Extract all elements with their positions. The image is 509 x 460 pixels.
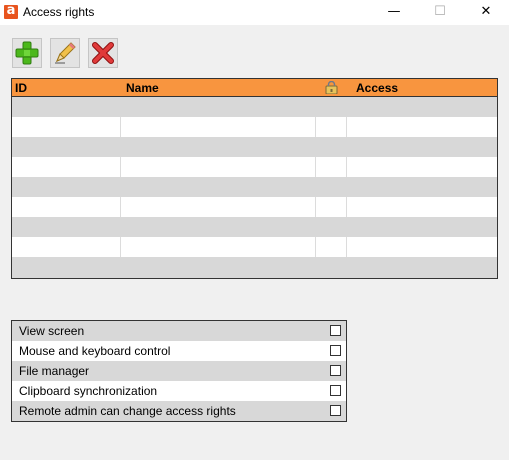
app-logo-icon: a: [4, 3, 18, 19]
pencil-icon: [55, 42, 76, 64]
permission-file-manager[interactable]: File manager: [12, 361, 346, 381]
permission-label: Clipboard synchronization: [19, 384, 158, 398]
delete-x-icon: [92, 42, 114, 64]
permission-clipboard[interactable]: Clipboard synchronization: [12, 381, 346, 401]
permission-label: Remote admin can change access rights: [19, 404, 236, 418]
file-manager-checkbox[interactable]: [330, 365, 341, 376]
permission-mouse-keyboard[interactable]: Mouse and keyboard control: [12, 341, 346, 361]
permissions-list: View screen Mouse and keyboard control F…: [11, 320, 347, 422]
permission-label: File manager: [19, 364, 90, 378]
table-row[interactable]: [12, 137, 497, 157]
table-row[interactable]: [12, 217, 497, 237]
close-button[interactable]: ✕: [463, 0, 509, 25]
plus-icon: [15, 41, 39, 65]
column-header-access[interactable]: Access: [356, 81, 398, 95]
table-row[interactable]: [12, 237, 497, 257]
clipboard-checkbox[interactable]: [330, 385, 341, 396]
view-screen-checkbox[interactable]: [330, 325, 341, 336]
column-header-lock[interactable]: [325, 80, 338, 97]
remote-admin-checkbox[interactable]: [330, 405, 341, 416]
table-row[interactable]: [12, 177, 497, 197]
permission-remote-admin[interactable]: Remote admin can change access rights: [12, 401, 346, 421]
edit-button[interactable]: [50, 38, 80, 68]
mouse-keyboard-checkbox[interactable]: [330, 345, 341, 356]
minimize-button[interactable]: —: [371, 0, 417, 25]
table-row[interactable]: [12, 117, 497, 137]
permission-view-screen[interactable]: View screen: [12, 321, 346, 341]
table-row[interactable]: [12, 157, 497, 177]
column-header-id[interactable]: ID: [15, 81, 27, 95]
maximize-button[interactable]: ☐: [417, 0, 463, 25]
add-button[interactable]: [12, 38, 42, 68]
column-header-name[interactable]: Name: [126, 81, 159, 95]
table-row[interactable]: [12, 97, 497, 117]
window-title: Access rights: [23, 5, 95, 19]
table-header: ID Name Access: [12, 79, 497, 97]
table-row[interactable]: [12, 197, 497, 217]
title-bar: a Access rights — ☐ ✕: [0, 0, 509, 25]
table-row[interactable]: [12, 257, 497, 277]
permission-label: Mouse and keyboard control: [19, 344, 171, 358]
lock-icon: [325, 80, 338, 95]
access-rights-table[interactable]: ID Name Access: [11, 78, 498, 279]
permission-label: View screen: [19, 324, 85, 338]
delete-button[interactable]: [88, 38, 118, 68]
